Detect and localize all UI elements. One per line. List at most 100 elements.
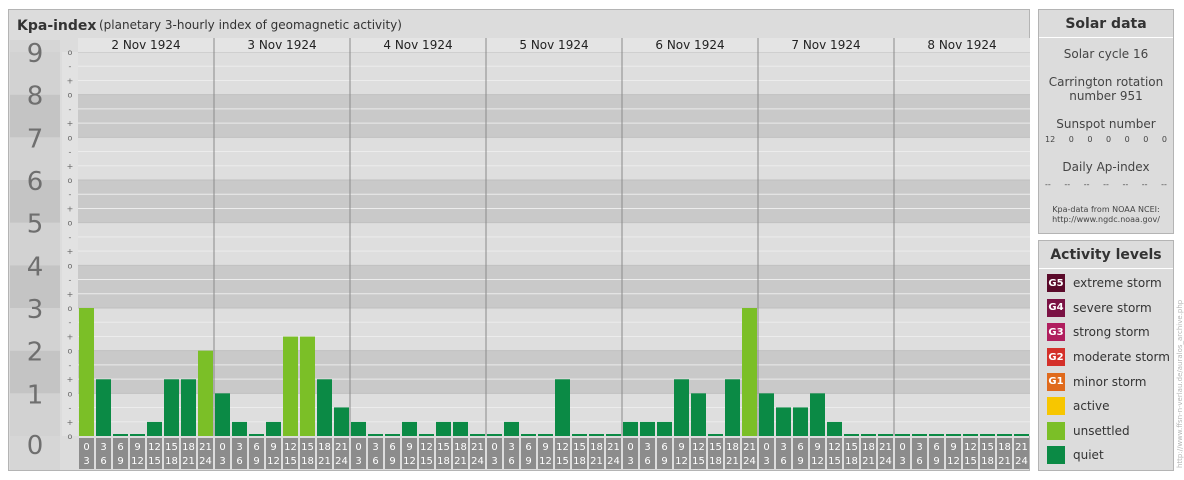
interval-start-label: 0 — [899, 442, 905, 453]
interval-end-label: 12 — [403, 456, 416, 467]
interval-end-label: 3 — [491, 456, 497, 467]
interval-end-label: 9 — [661, 456, 667, 467]
interval-start-label: 21 — [879, 442, 892, 453]
interval-end-label: 18 — [981, 456, 994, 467]
sunspot-value: 0 — [1124, 135, 1130, 144]
level-badge — [1047, 397, 1065, 416]
interval-start-label: 6 — [389, 442, 395, 453]
kp-bar — [946, 434, 961, 436]
legend-item-unsettled: unsettled — [1039, 419, 1173, 444]
interval-start-label: 9 — [542, 442, 548, 453]
interval-end-label: 15 — [828, 456, 841, 467]
sub-tick-label: - — [69, 276, 72, 285]
interval-start-label: 18 — [862, 442, 875, 453]
kp-bar — [759, 393, 774, 436]
interval-end-label: 6 — [100, 456, 106, 467]
kp-bar — [317, 379, 332, 436]
kp-bar — [351, 421, 366, 436]
interval-start-label: 12 — [148, 442, 161, 453]
interval-start-label: 21 — [743, 442, 756, 453]
kp-bar — [300, 336, 315, 436]
interval-end-label: 6 — [916, 456, 922, 467]
interval-end-label: 3 — [763, 456, 769, 467]
interval-end-label: 15 — [692, 456, 705, 467]
interval-start-label: 3 — [916, 442, 922, 453]
interval-start-label: 6 — [253, 442, 259, 453]
legend-item-active: active — [1039, 394, 1173, 419]
interval-start-label: 0 — [491, 442, 497, 453]
kp-bar — [912, 434, 927, 436]
ap-value: -- — [1161, 180, 1167, 189]
interval-start-label: 0 — [83, 442, 89, 453]
interval-start-label: 6 — [933, 442, 939, 453]
interval-start-label: 12 — [556, 442, 569, 453]
interval-end-label: 6 — [780, 456, 786, 467]
interval-end-label: 24 — [199, 456, 212, 467]
interval-start-label: 3 — [372, 442, 378, 453]
sub-tick-label: o — [68, 432, 73, 441]
interval-end-label: 3 — [355, 456, 361, 467]
interval-start-label: 6 — [117, 442, 123, 453]
solar-data-title: Solar data — [1039, 10, 1173, 38]
kpa-chart-panel: Kpa-index (planetary 3-hourly index of g… — [8, 9, 1030, 471]
kp-bar — [725, 379, 740, 436]
level-label: strong storm — [1073, 325, 1150, 340]
kp-bar — [453, 421, 468, 436]
sunspot-value: 0 — [1161, 135, 1167, 144]
interval-end-label: 21 — [182, 456, 195, 467]
kp-bar — [793, 407, 808, 436]
y-tick-label: 4 — [27, 252, 44, 282]
level-label: minor storm — [1073, 374, 1147, 389]
legend-item-severe-storm: G4 severe storm — [1039, 296, 1173, 321]
kp-bar — [776, 407, 791, 436]
sub-tick-label: + — [67, 418, 74, 427]
activity-levels-panel: Activity levels G5 extreme storm G4 seve… — [1038, 240, 1174, 471]
kp-bar — [963, 434, 978, 436]
sub-tick-label: - — [69, 233, 72, 242]
interval-end-label: 12 — [539, 456, 552, 467]
level-band — [78, 265, 1030, 308]
interval-start-label: 0 — [627, 442, 633, 453]
y-tick-label: 9 — [27, 39, 44, 69]
kp-bar — [640, 421, 655, 436]
interval-start-label: 15 — [165, 442, 178, 453]
sub-tick-label: - — [69, 361, 72, 370]
interval-start-label: 15 — [301, 442, 314, 453]
source-line-1: Kpa-data from NOAA NCEI: — [1052, 205, 1160, 214]
sunspot-value: 0 — [1105, 135, 1112, 144]
kp-bar — [164, 379, 179, 436]
interval-start-label: 18 — [318, 442, 331, 453]
interval-end-label: 6 — [372, 456, 378, 467]
interval-end-label: 9 — [117, 456, 123, 467]
level-band — [78, 94, 1030, 138]
y-tick-label: 3 — [27, 295, 44, 325]
sunspot-values: 12 0 0 0 0 0 0 — [1039, 135, 1173, 144]
interval-start-label: 0 — [219, 442, 225, 453]
activity-levels-title: Activity levels — [1039, 241, 1173, 269]
interval-start-label: 6 — [797, 442, 803, 453]
interval-start-label: 21 — [199, 442, 212, 453]
level-band — [78, 350, 1030, 394]
kp-bar — [708, 434, 723, 436]
interval-start-label: 12 — [828, 442, 841, 453]
sub-tick-label: - — [69, 105, 72, 114]
kp-bar — [334, 407, 349, 436]
sub-tick-label: + — [67, 162, 74, 171]
sub-tick-label: o — [68, 389, 73, 398]
kp-bar — [1014, 434, 1029, 436]
level-badge: G3 — [1047, 323, 1065, 342]
interval-start-label: 12 — [284, 442, 297, 453]
interval-end-label: 12 — [811, 456, 824, 467]
sub-tick-label: - — [69, 62, 72, 71]
day-label: 2 Nov 1924 — [111, 38, 180, 52]
kp-bar — [436, 421, 451, 436]
y-tick-label: 1 — [27, 380, 44, 410]
legend-item-extreme-storm: G5 extreme storm — [1039, 271, 1173, 296]
interval-end-label: 21 — [590, 456, 603, 467]
interval-start-label: 12 — [692, 442, 705, 453]
kp-bar — [844, 434, 859, 436]
sub-tick-label: - — [69, 318, 72, 327]
kp-bar — [147, 421, 162, 436]
kp-bar — [266, 421, 281, 436]
y-tick-label: 0 — [27, 431, 44, 461]
